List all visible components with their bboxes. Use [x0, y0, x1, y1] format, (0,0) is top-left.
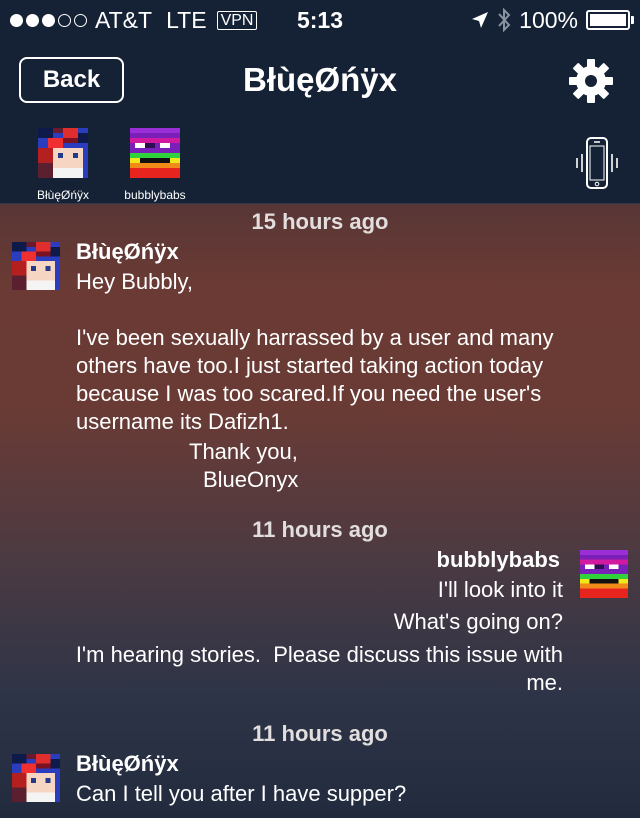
battery-percent: 100%	[519, 7, 578, 33]
message-timestamp: 11 hours ago	[252, 517, 388, 542]
avatar[interactable]	[12, 754, 60, 802]
message-text: because I was too scared.If you need the…	[76, 381, 542, 406]
message-text: I've been sexually harrassed by a user a…	[76, 325, 554, 350]
message-sender: BłùęØńÿx	[76, 751, 179, 776]
gear-icon[interactable]	[568, 58, 614, 104]
battery-icon	[586, 10, 634, 30]
participant-blueonyx[interactable]: BłùęØńÿx	[15, 128, 111, 203]
top-bar: AT&T LTE VPN 5:13 100% Back BłùęØńÿx Błù…	[0, 0, 640, 204]
message-text: I'm hearing stories. Please discuss this…	[75, 642, 563, 667]
avatar[interactable]	[12, 242, 60, 290]
conversation-title: BłùęØńÿx	[242, 61, 398, 98]
message-sender: bubblybabs	[436, 547, 560, 572]
message-text: Hey Bubbly,	[76, 269, 193, 294]
participant-name: bubblybabs	[124, 188, 186, 202]
message-text: others have too.I just started taking ac…	[76, 353, 544, 378]
avatar	[38, 128, 88, 178]
avatar	[130, 128, 180, 178]
message-text: username its Dafizh1.	[76, 409, 289, 434]
message-sender: BłùęØńÿx	[76, 239, 179, 264]
location-arrow-icon	[472, 12, 489, 28]
bluetooth-icon	[498, 8, 511, 32]
message-text: Thank you,	[189, 439, 298, 464]
message-text: What's going on?	[393, 609, 563, 634]
message-text: Can I tell you after I have supper?	[76, 781, 407, 806]
message-text: I'll look into it	[437, 577, 563, 602]
status-bar: AT&T LTE VPN 5:13 100%	[0, 0, 640, 40]
message-text: me.	[526, 670, 563, 695]
status-right: 100%	[471, 0, 634, 40]
participant-bubblybabs[interactable]: bubblybabs	[107, 128, 203, 203]
avatar[interactable]	[580, 550, 628, 598]
message-timestamp: 15 hours ago	[251, 209, 389, 234]
message-text: BlueOnyx	[203, 467, 299, 492]
participant-name: BłùęØńÿx	[36, 188, 90, 202]
message-timestamp: 11 hours ago	[252, 721, 388, 746]
phone-vibrate-icon[interactable]	[575, 136, 619, 190]
